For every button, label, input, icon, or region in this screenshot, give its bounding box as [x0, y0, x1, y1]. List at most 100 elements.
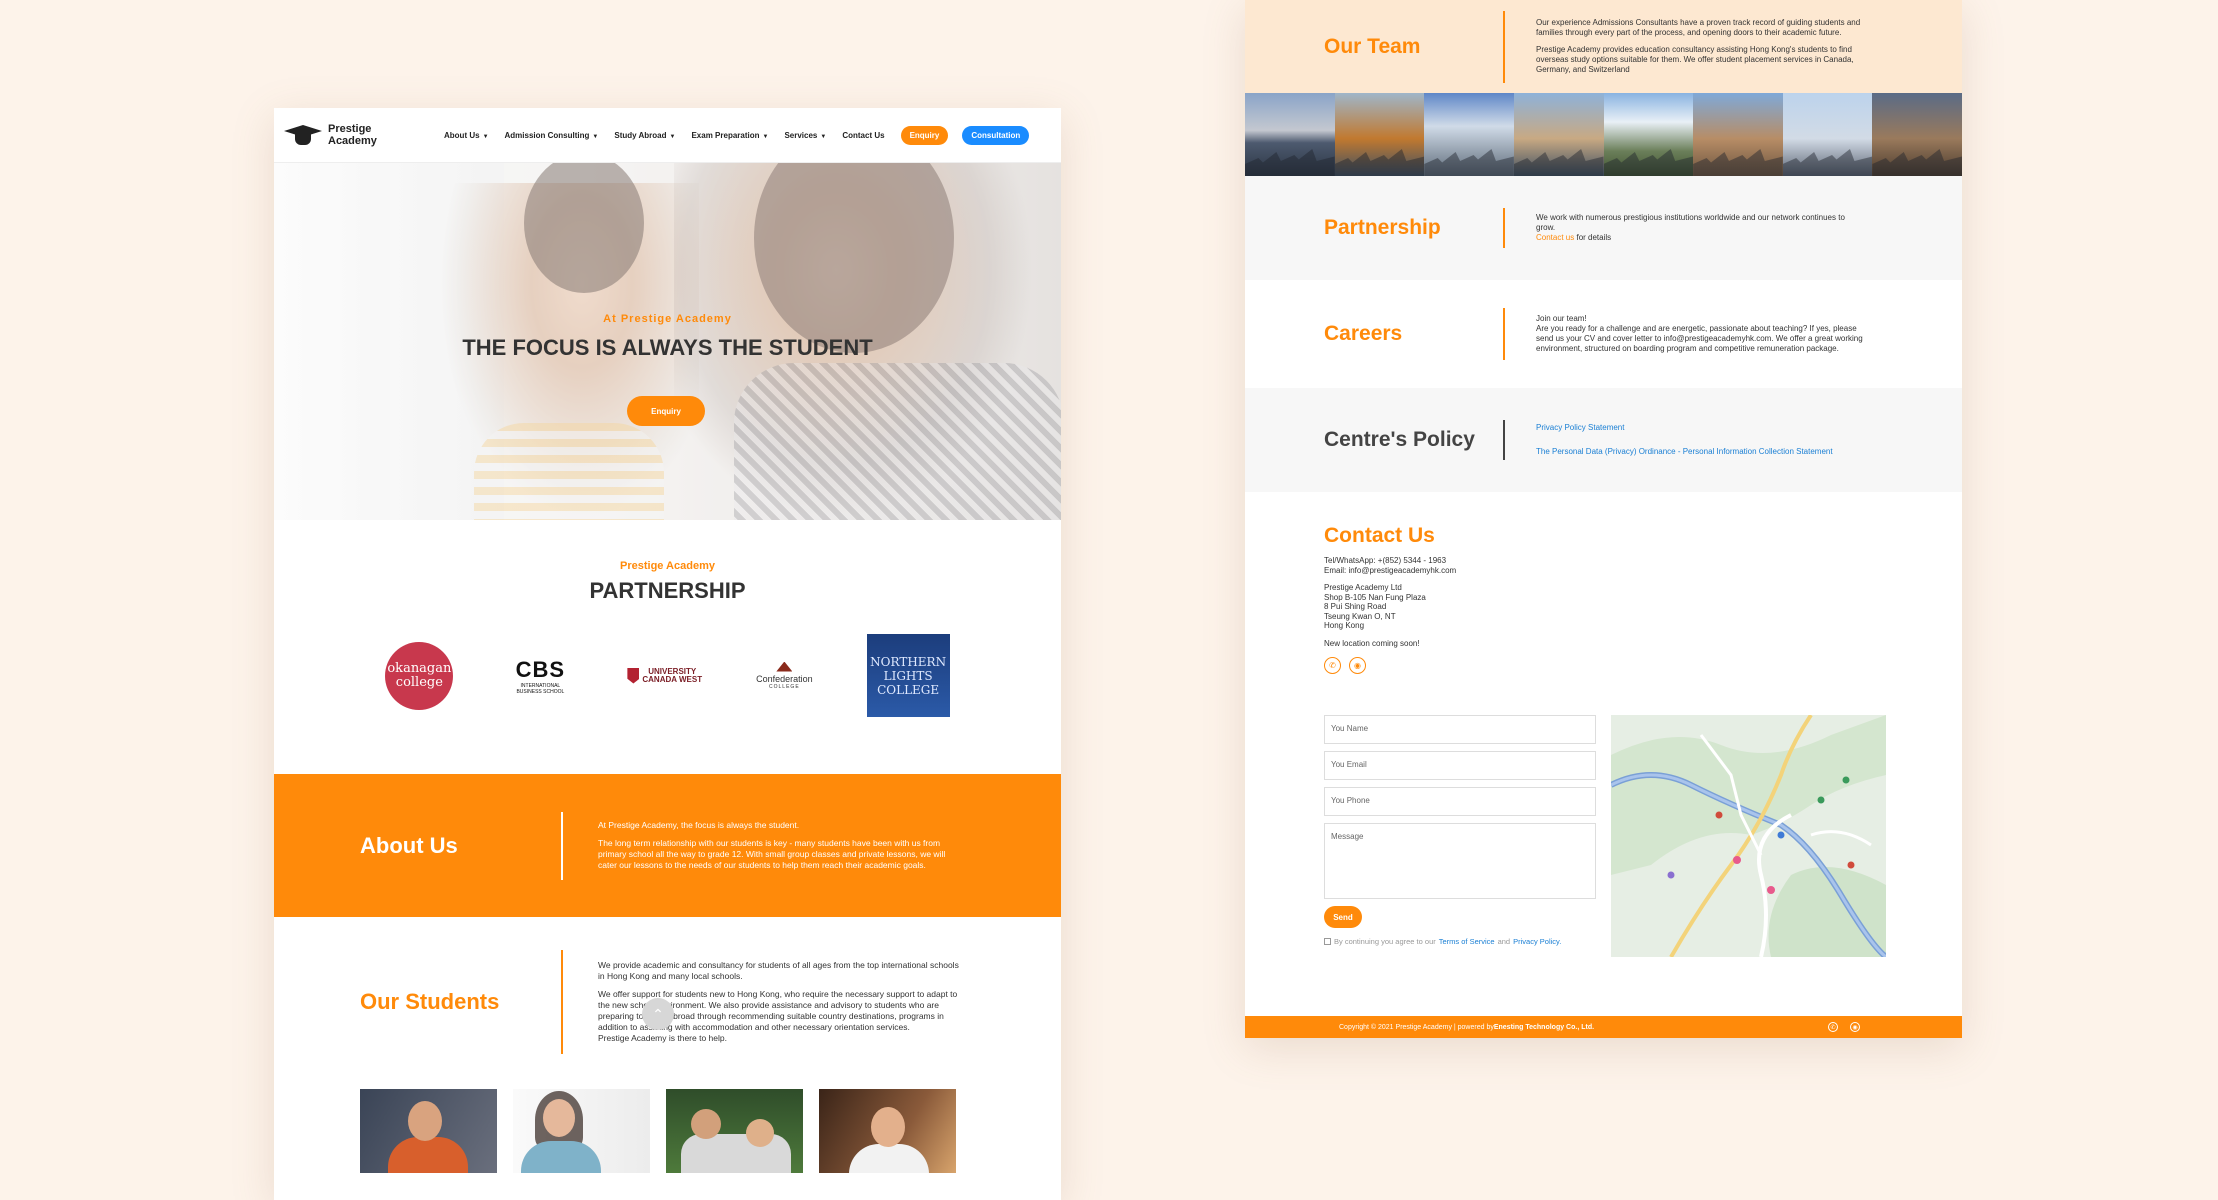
student-photo	[819, 1089, 956, 1173]
address-line: 8 Pui Shing Road	[1324, 602, 1387, 611]
back-to-top-button[interactable]: ⌃	[642, 998, 674, 1030]
nav-menu: About Us ▼ Admission Consulting ▼ Study Ab…	[444, 131, 885, 140]
about-us-title: About Us	[360, 832, 458, 858]
city-photo-golden-gate	[1334, 93, 1425, 176]
hero-banner: At Prestige Academy THE FOCUS IS ALWAYS …	[274, 163, 1061, 520]
contact-us-link[interactable]: Contact us	[1536, 233, 1574, 242]
send-button[interactable]: Send	[1324, 906, 1362, 928]
terms-link[interactable]: Terms of Service	[1439, 937, 1495, 946]
city-photo-old-town	[1872, 93, 1962, 176]
address-line: Prestige Academy Ltd	[1324, 583, 1402, 592]
chevron-down-icon: ▼	[762, 133, 769, 140]
agree-checkbox[interactable]	[1324, 938, 1331, 945]
phone-field[interactable]: You Phone	[1324, 787, 1596, 816]
chevron-down-icon: ▼	[592, 133, 599, 140]
map-graphic	[1611, 715, 1886, 957]
students-text-1: We provide academic and consultancy for …	[598, 960, 959, 981]
city-photo-eiffel-tower	[1782, 93, 1873, 176]
wechat-icon[interactable]: ◉	[1850, 1022, 1860, 1032]
footer-copyright: Copyright © 2021 Prestige Academy | powe…	[1339, 1023, 1494, 1031]
partnership-info-section: Partnership We work with numerous presti…	[1245, 176, 1962, 280]
terms-agreement: By continuing you agree to our Terms of …	[1324, 937, 1596, 946]
contact-email: Email: info@prestigeacademyhk.com	[1324, 565, 1457, 575]
university-canada-west-logo[interactable]: UNIVERSITY CANADA WEST	[627, 667, 702, 684]
whatsapp-icon[interactable]: ✆	[1324, 657, 1341, 674]
site-logo[interactable]: Prestige Academy	[284, 121, 434, 149]
nav-item-contact-us[interactable]: Contact Us	[842, 131, 884, 140]
nav-item-exam-preparation[interactable]: Exam Preparation ▼	[691, 131, 768, 140]
homepage-mockup: Prestige Academy About Us ▼ Admission Con…	[274, 108, 1061, 1200]
student-photos	[274, 1089, 1061, 1173]
contact-tel: Tel/WhatsApp: +(852) 5344 - 1963	[1324, 556, 1447, 565]
about-us-text-1: At Prestige Academy, the focus is always…	[598, 820, 800, 830]
city-photo-sydney	[1245, 93, 1335, 176]
confederation-mark-icon	[776, 661, 793, 672]
partnership-section: Prestige Academy PARTNERSHIP okanagan co…	[274, 520, 1061, 774]
city-photo-skyline	[1424, 93, 1514, 176]
our-team-section: Our Team Our experience Admissions Consu…	[1245, 0, 1962, 93]
about-us-section: About Us At Prestige Academy, the focus …	[274, 774, 1061, 917]
careers-title: Careers	[1324, 322, 1403, 345]
pics-link[interactable]: The Personal Data (Privacy) Ordinance - …	[1536, 447, 1865, 457]
chevron-down-icon: ▼	[820, 133, 827, 140]
hero-title: THE FOCUS IS ALWAYS THE STUDENT	[462, 335, 873, 360]
whatsapp-icon[interactable]: ✆	[1828, 1022, 1838, 1032]
city-photo-tower-bridge	[1513, 93, 1604, 176]
northern-lights-college-logo[interactable]: NORTHERN LIGHTS COLLEGE	[866, 634, 950, 717]
chevron-down-icon: ▼	[482, 133, 489, 140]
okanagan-college-logo[interactable]: okanagan college	[385, 641, 454, 710]
partnership-title: PARTNERSHIP	[589, 578, 746, 603]
confederation-college-logo[interactable]: Confederation COLLEGE	[756, 661, 813, 690]
footer-brand[interactable]: Enesting Technology Co., Ltd.	[1494, 1024, 1594, 1031]
student-photo	[360, 1089, 497, 1173]
nav-item-about-us[interactable]: About Us ▼	[444, 131, 489, 140]
partnership-text: We work with numerous prestigious instit…	[1536, 213, 1845, 232]
centre-policy-title: Centre's Policy	[1324, 428, 1475, 451]
hero-enquiry-button[interactable]: Enquiry	[627, 396, 705, 426]
careers-headline: Join our team!	[1536, 314, 1587, 323]
our-team-title: Our Team	[1324, 34, 1421, 58]
team-text-2: Prestige Academy provides education cons…	[1536, 45, 1854, 74]
site-footer: Copyright © 2021 Prestige Academy | powe…	[1245, 1016, 1962, 1038]
logo-line1: Prestige	[328, 123, 372, 135]
centre-policy-section: Centre's Policy Privacy Policy Statement…	[1245, 388, 1962, 492]
careers-text: Are you ready for a challenge and are en…	[1536, 324, 1863, 353]
nav-item-admission-consulting[interactable]: Admission Consulting ▼	[505, 131, 599, 140]
about-page-mockup: Our Team Our experience Admissions Consu…	[1245, 0, 1962, 1038]
address-line: Shop B-105 Nan Fung Plaza	[1324, 592, 1426, 602]
partnership-title: Partnership	[1324, 216, 1441, 239]
location-map[interactable]	[1611, 715, 1886, 957]
our-students-title: Our Students	[360, 989, 500, 1014]
graduation-cap-icon	[284, 121, 322, 149]
contact-info: Tel/WhatsApp: +(852) 5344 - 1963 Email: …	[1324, 556, 1962, 648]
name-field[interactable]: You Name	[1324, 715, 1596, 744]
social-icons: ✆ ◉	[1324, 657, 1962, 674]
city-photo-mountains	[1603, 93, 1694, 176]
city-photo-strip	[1245, 93, 1962, 176]
privacy-policy-link[interactable]: Privacy Policy Statement	[1536, 423, 1865, 433]
student-photo	[666, 1089, 803, 1173]
message-field[interactable]: Message	[1324, 823, 1596, 899]
email-field[interactable]: You Email	[1324, 751, 1596, 780]
nav-item-study-abroad[interactable]: Study Abroad ▼	[614, 131, 675, 140]
privacy-link[interactable]: Privacy Policy.	[1513, 937, 1561, 946]
team-text-1: Our experience Admissions Consultants ha…	[1536, 18, 1861, 37]
cbs-logo[interactable]: CBS INTERNATIONAL BUSINESS SCHOOL	[507, 657, 573, 695]
partnership-subtitle: Prestige Academy	[620, 560, 715, 572]
nav-item-services[interactable]: Services ▼	[784, 131, 826, 140]
nav-consultation-button[interactable]: Consultation	[962, 125, 1030, 145]
address-line: Hong Kong	[1324, 621, 1365, 630]
contact-us-section: Contact Us Tel/WhatsApp: +(852) 5344 - 1…	[1245, 492, 1962, 988]
chevron-down-icon: ▼	[669, 133, 676, 140]
students-text-3: Prestige Academy is there to help.	[598, 1033, 727, 1043]
nav-enquiry-button[interactable]: Enquiry	[900, 125, 949, 145]
contact-form: You Name You Email You Phone Message Sen…	[1324, 715, 1596, 946]
address-line: Tseung Kwan O, NT	[1324, 611, 1396, 621]
top-navigation: Prestige Academy About Us ▼ Admission Con…	[274, 108, 1061, 163]
logo-line2: Academy	[328, 135, 377, 147]
contact-us-title: Contact Us	[1324, 524, 1435, 547]
shield-icon	[627, 667, 640, 684]
wechat-icon[interactable]: ◉	[1349, 657, 1366, 674]
careers-section: Careers Join our team! Are you ready for…	[1245, 280, 1962, 388]
location-note: New location coming soon!	[1324, 638, 1420, 648]
